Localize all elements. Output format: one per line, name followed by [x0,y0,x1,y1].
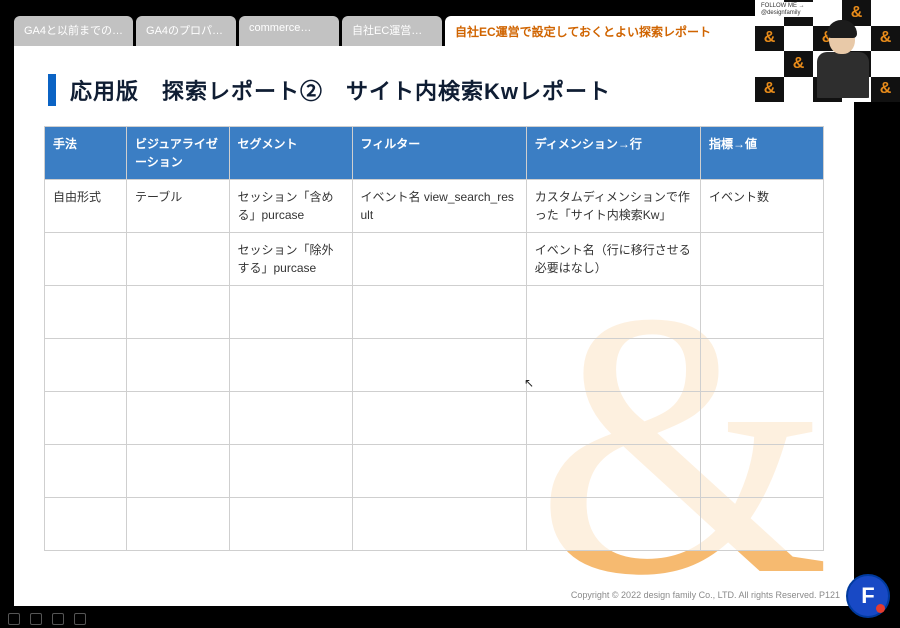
cell [352,233,526,286]
cell [127,286,230,339]
tab-label: 自社EC運営で設定しておくとよい探索レポート [455,25,711,39]
col-visualization: ビジュアライゼーション [127,127,230,180]
cell [526,392,700,445]
mouse-cursor-icon: ↖ [524,376,534,390]
tab-label: GA4のプロパ… [146,25,223,37]
cell: セッション「除外する」purcase [229,233,352,286]
presenter-avatar [813,14,873,98]
cell [127,498,230,551]
cell: 自由形式 [45,180,127,233]
table-row [45,339,824,392]
cell [127,233,230,286]
cell: セッション「含める」purcase [229,180,352,233]
heading-text: 応用版 探索レポート② サイト内検索Kwレポート [70,74,611,106]
cell [229,445,352,498]
control-button[interactable] [52,613,64,625]
cell [229,339,352,392]
cell [45,498,127,551]
player-controls [0,610,900,628]
table-row [45,445,824,498]
col-segment: セグメント [229,127,352,180]
webcam-panel: && &&& && &&& FOLLOW ME → @designfamily [755,0,900,102]
cell [45,286,127,339]
cell [701,445,824,498]
tab-ga4-property[interactable]: GA4のプロパ… [136,16,236,46]
cell [701,339,824,392]
cell: カスタムディメンションで作った「サイト内検索Kw」 [526,180,700,233]
cell [526,498,700,551]
cell [229,498,352,551]
table-row [45,286,824,339]
col-filter: フィルター [352,127,526,180]
cell [229,392,352,445]
cell: イベント名 view_search_result [352,180,526,233]
tab-label: 自社EC運営… [352,25,422,37]
tab-commerce[interactable]: commerce… [239,16,339,46]
cell [45,233,127,286]
cell [352,445,526,498]
cell [526,339,700,392]
col-method: 手法 [45,127,127,180]
copyright-footer: Copyright © 2022 design family Co., LTD.… [571,590,840,600]
control-button[interactable] [8,613,20,625]
badge-letter: F [861,583,874,609]
cell [127,339,230,392]
table-header-row: 手法 ビジュアライゼーション セグメント フィルター ディメンション→行 指標→… [45,127,824,180]
table-row: 自由形式 テーブル セッション「含める」purcase イベント名 view_s… [45,180,824,233]
col-metric: 指標→値 [701,127,824,180]
cell [352,392,526,445]
table-row [45,392,824,445]
cell [45,392,127,445]
cell [701,498,824,551]
cell [45,445,127,498]
cell [352,339,526,392]
cell [526,445,700,498]
tab-ec-operation[interactable]: 自社EC運営… [342,16,442,46]
ferret-badge-icon[interactable]: F [846,574,890,618]
cell [45,339,127,392]
cell: イベント名（行に移行させる必要はなし） [526,233,700,286]
slide-heading: 応用版 探索レポート② サイト内検索Kwレポート [48,74,611,106]
badge-notification-dot-icon [876,604,885,613]
heading-accent-bar [48,74,56,106]
cell [701,286,824,339]
slide-body: & 応用版 探索レポート② サイト内検索Kwレポート 手法 ビジュアライゼーショ… [14,46,854,606]
table-row: セッション「除外する」purcase イベント名（行に移行させる必要はなし） [45,233,824,286]
cell [701,392,824,445]
cell [526,286,700,339]
cell [229,286,352,339]
tab-ga4-compare[interactable]: GA4と以前までの… [14,16,133,46]
cell [352,286,526,339]
cell [127,445,230,498]
report-settings-table: 手法 ビジュアライゼーション セグメント フィルター ディメンション→行 指標→… [44,126,824,551]
cell [701,233,824,286]
cell: テーブル [127,180,230,233]
cell [127,392,230,445]
control-button[interactable] [30,613,42,625]
control-button[interactable] [74,613,86,625]
cell [352,498,526,551]
table-row [45,498,824,551]
col-dimension: ディメンション→行 [526,127,700,180]
tab-label: commerce… [249,22,311,34]
tab-bar: GA4と以前までの… GA4のプロパ… commerce… 自社EC運営… 自社… [14,16,854,46]
cell: イベント数 [701,180,824,233]
tab-label: GA4と以前までの… [24,25,123,37]
